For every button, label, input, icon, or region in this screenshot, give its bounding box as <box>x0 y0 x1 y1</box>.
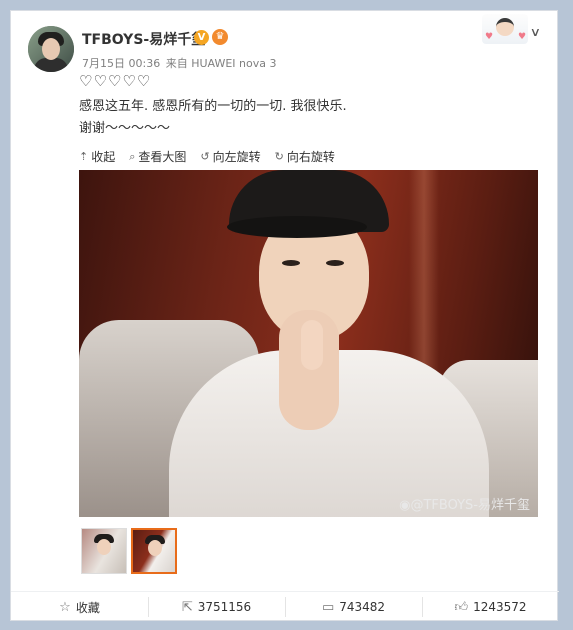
post-date[interactable]: 7月15日 00:36 <box>82 57 160 70</box>
repost-count: 3751156 <box>197 600 252 614</box>
thumbnail-2-selected[interactable] <box>131 528 177 574</box>
author-avatar[interactable] <box>28 26 74 72</box>
favorite-button[interactable]: ☆ 收藏 <box>11 592 148 622</box>
zoom-icon: ⌕ <box>129 149 136 163</box>
rotate-left-icon: ↺ <box>200 150 210 163</box>
post-text-line1: 感恩这五年. 感恩所有的一切的一切. 我很快乐. <box>79 99 347 114</box>
view-large-button[interactable]: ⌕ 查看大图 <box>129 148 186 165</box>
thumbnail-1[interactable] <box>81 528 127 574</box>
collapse-button[interactable]: ⇡ 收起 <box>79 148 115 165</box>
repost-button[interactable]: ⇱ 3751156 <box>148 592 285 622</box>
comment-button[interactable]: ▭ 743482 <box>285 592 422 622</box>
post-meta: 7月15日 00:36 来自 HUAWEI nova 3 <box>82 55 276 71</box>
repost-icon: ⇱ <box>181 599 193 615</box>
weibo-post-card: TFBOYS-易烊千玺 V ♛ 7月15日 00:36 来自 HUAWEI no… <box>10 10 559 622</box>
verified-badge[interactable]: V <box>194 30 209 45</box>
collapse-label: 收起 <box>91 150 116 164</box>
favorite-label: 收藏 <box>75 600 100 615</box>
star-icon: ☆ <box>59 599 71 615</box>
rotate-left-button[interactable]: ↺ 向左旋转 <box>200 148 260 165</box>
source-prefix: 来自 <box>165 57 188 70</box>
post-photo[interactable]: ◉@TFBOYS-易烊千玺 <box>79 170 538 517</box>
watermark-text: TFBOYS-易烊千玺 <box>423 498 530 513</box>
comment-icon: ▭ <box>321 599 335 615</box>
rotate-right-button[interactable]: ↻ 向右旋转 <box>275 148 335 165</box>
post-text-line2: 谢谢～～～～～ <box>79 121 171 136</box>
rotate-right-label: 向右旋转 <box>286 150 335 164</box>
like-button[interactable]: 👍︎ 1243572 <box>422 592 559 622</box>
rotate-right-icon: ↻ <box>274 150 284 163</box>
comment-count: 743482 <box>339 600 386 614</box>
decoration-sticker: ♥ ♥ <box>482 14 528 44</box>
post-source[interactable]: HUAWEI nova 3 <box>191 57 276 70</box>
hearts-text: ♡♡♡♡♡ <box>79 72 152 90</box>
view-large-label: 查看大图 <box>138 150 187 164</box>
weibo-icon: ◉@ <box>399 498 424 513</box>
media-toolbar: ⇡ 收起 ⌕ 查看大图 ↺ 向左旋转 ↻ 向右旋转 <box>79 148 335 165</box>
action-bar: ☆ 收藏 ⇱ 3751156 ▭ 743482 👍︎ 1243572 <box>11 591 559 622</box>
chevron-down-icon[interactable]: ∨ <box>530 25 541 39</box>
rotate-left-label: 向左旋转 <box>212 150 261 164</box>
like-count: 1243572 <box>473 600 527 614</box>
crown-badge-icon[interactable]: ♛ <box>212 29 228 45</box>
collapse-icon: ⇡ <box>79 150 89 163</box>
like-icon: 👍︎ <box>454 599 469 615</box>
photo-watermark: ◉@TFBOYS-易烊千玺 <box>399 494 530 513</box>
author-name[interactable]: TFBOYS-易烊千玺 <box>82 29 205 49</box>
